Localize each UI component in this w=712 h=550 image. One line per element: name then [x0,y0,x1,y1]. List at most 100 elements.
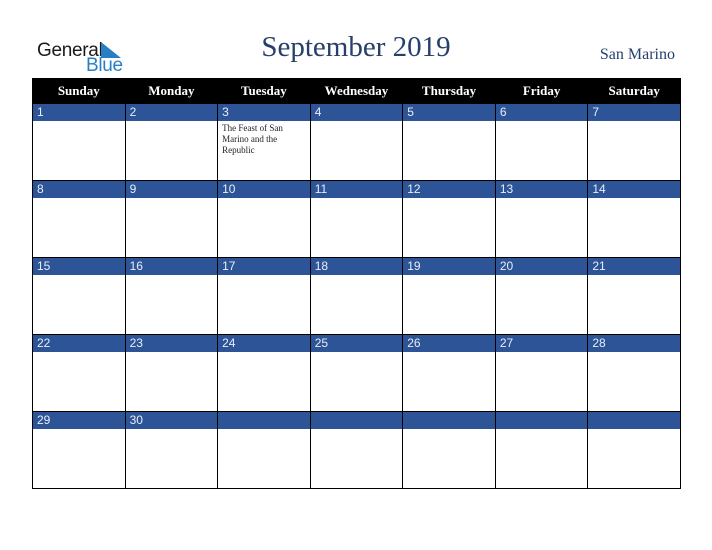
holiday-event [496,275,588,277]
weekday-header: Friday [494,78,589,104]
day-cell[interactable]: 11 [309,180,404,258]
day-cell[interactable]: 21 [587,257,681,335]
day-number: 5 [403,104,495,121]
day-cell[interactable] [402,411,496,489]
day-cell[interactable]: 24 [217,334,311,412]
day-cell[interactable]: 3 The Feast of San Marino and the Republi… [217,103,311,181]
day-cell[interactable]: 29 [32,411,126,489]
day-number: 16 [125,258,218,275]
holiday-event [588,198,680,200]
holiday-event [218,352,310,354]
holiday-event [218,275,310,277]
weekday-header: Thursday [402,78,496,104]
holiday-event [33,275,125,277]
day-cell[interactable]: 16 [124,257,219,335]
day-cell[interactable]: 14 [587,180,681,258]
week-row: 22 23 24 25 26 27 28 [32,334,681,412]
week-row: 8 9 10 11 12 13 14 [32,180,681,258]
weekday-header-row: Sunday Monday Tuesday Wednesday Thursday… [32,78,681,104]
day-cell[interactable] [494,411,589,489]
day-cell[interactable]: 7 [587,103,681,181]
day-cell[interactable]: 9 [124,180,219,258]
day-number: 21 [588,258,680,275]
day-number [588,412,680,429]
day-cell[interactable]: 26 [402,334,496,412]
country-label: San Marino [599,46,675,63]
day-cell[interactable]: 10 [217,180,311,258]
day-cell[interactable]: 4 [309,103,404,181]
day-number: 19 [403,258,495,275]
weekday-header: Wednesday [309,78,404,104]
day-cell[interactable] [587,411,681,489]
holiday-event [588,429,680,431]
day-number: 24 [218,335,310,352]
day-number: 27 [495,335,588,352]
day-number: 2 [125,104,218,121]
day-number: 30 [125,412,218,429]
day-cell[interactable]: 30 [124,411,219,489]
day-number: 14 [588,181,680,198]
holiday-event [403,429,495,431]
holiday-event [311,275,403,277]
day-number: 17 [218,258,310,275]
weekday-header: Saturday [587,78,681,104]
holiday-event: The Feast of San Marino and the Republic [222,123,283,155]
day-number: 3 [218,104,310,121]
calendar-grid: Sunday Monday Tuesday Wednesday Thursday… [32,78,681,489]
day-number [218,412,310,429]
holiday-event [126,275,218,277]
holiday-event [588,352,680,354]
day-cell[interactable]: 1 [32,103,126,181]
day-cell[interactable]: 19 [402,257,496,335]
day-number: 18 [310,258,403,275]
day-number: 20 [495,258,588,275]
holiday-event [403,198,495,200]
holiday-event [218,198,310,200]
day-cell[interactable] [217,411,311,489]
holiday-event [33,352,125,354]
day-number: 23 [125,335,218,352]
day-cell[interactable]: 23 [124,334,219,412]
day-cell[interactable]: 12 [402,180,496,258]
holiday-event [33,429,125,431]
holiday-event [218,429,310,431]
day-number: 28 [588,335,680,352]
day-cell[interactable]: 25 [309,334,404,412]
day-number: 26 [403,335,495,352]
day-number [310,412,403,429]
weekday-header: Monday [124,78,219,104]
day-cell[interactable]: 2 [124,103,219,181]
day-number: 13 [495,181,588,198]
holiday-event [33,198,125,200]
day-cell[interactable] [309,411,404,489]
day-cell[interactable]: 15 [32,257,126,335]
day-number: 15 [33,258,125,275]
weekday-header: Sunday [32,78,126,104]
day-cell[interactable]: 20 [494,257,589,335]
week-row: 15 16 17 18 19 20 21 [32,257,681,335]
holiday-event [496,429,588,431]
day-cell[interactable]: 18 [309,257,404,335]
day-cell[interactable]: 5 [402,103,496,181]
holiday-event [126,352,218,354]
day-cell[interactable]: 13 [494,180,589,258]
holiday-event [311,429,403,431]
weekday-header: Tuesday [217,78,311,104]
day-number: 9 [125,181,218,198]
holiday-event [311,121,403,123]
holiday-event [403,352,495,354]
day-number: 10 [218,181,310,198]
holiday-event [588,121,680,123]
day-cell[interactable]: 6 [494,103,589,181]
day-cell[interactable]: 17 [217,257,311,335]
day-cell[interactable]: 22 [32,334,126,412]
day-number: 4 [310,104,403,121]
day-cell[interactable]: 28 [587,334,681,412]
day-cell[interactable]: 27 [494,334,589,412]
holiday-event [403,121,495,123]
day-cell[interactable]: 8 [32,180,126,258]
day-number: 22 [33,335,125,352]
day-number [495,412,588,429]
holiday-event [496,352,588,354]
holiday-event [311,352,403,354]
